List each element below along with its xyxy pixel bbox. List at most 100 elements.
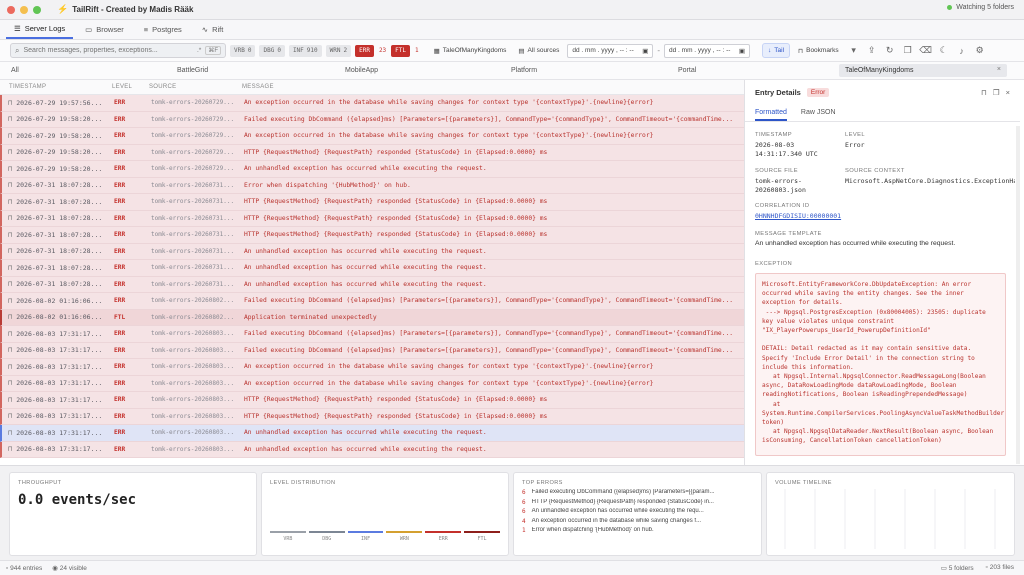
bookmark-icon[interactable]: ⊓ (8, 198, 12, 206)
date-to-input[interactable]: dd . mm . yyyy , -- : -- ▣ (664, 43, 751, 58)
search-input[interactable] (23, 47, 193, 54)
bookmark-icon[interactable]: ⊓ (8, 363, 12, 371)
top-error-item[interactable]: 1 Error when dispatching '{HubMethod}' on… (522, 527, 753, 534)
column-header-timestamp[interactable]: TIMESTAMP (0, 84, 112, 90)
bookmark-icon[interactable]: ⊓ (8, 115, 12, 123)
table-row[interactable]: ⊓ 2026-08-03 17:31:17... ERR tomk-errors-20… (0, 375, 744, 392)
top-error-item[interactable]: 6 An unhandled exception has occurred whi… (522, 508, 753, 515)
table-row[interactable]: ⊓ 2026-07-29 19:57:56... ERR tomk-errors-20… (0, 95, 744, 112)
table-row[interactable]: ⊓ 2026-07-29 19:58:20... ERR tomk-errors-20… (0, 161, 744, 178)
bookmark-icon[interactable]: ⊓ (8, 231, 12, 239)
level-cell: ERR (114, 363, 126, 371)
table-row[interactable]: ⊓ 2026-07-29 19:58:20... ERR tomk-errors-20… (0, 128, 744, 145)
table-row[interactable]: ⊓ 2026-07-31 18:07:28... ERR tomk-errors-20… (0, 177, 744, 194)
bookmark-icon[interactable]: ⊓ (8, 280, 12, 288)
column-header-message[interactable]: MESSAGE (240, 84, 744, 90)
tail-button[interactable]: ↓ Tail (762, 43, 791, 58)
close-icon[interactable]: × (1006, 88, 1010, 97)
save-icon[interactable]: ▾ (847, 44, 861, 58)
bookmark-icon[interactable]: ⊓ (8, 330, 12, 338)
level-filter-vrb[interactable]: VRB 0 (230, 44, 256, 57)
copy-icon[interactable]: ❐ (993, 88, 1000, 97)
table-row[interactable]: ⊓ 2026-07-31 18:07:28... ERR tomk-errors-20… (0, 194, 744, 211)
bookmark-icon[interactable]: ⊓ (8, 214, 12, 222)
maximize-window-button[interactable] (33, 5, 41, 14)
bookmark-icon[interactable]: ⊓ (8, 247, 12, 255)
bookmark-icon[interactable]: ⊓ (8, 181, 12, 189)
refresh-icon[interactable]: ↻ (883, 44, 897, 58)
bookmark-icon[interactable]: ⊓ (8, 313, 12, 321)
source-tab-battlegrid[interactable]: BattleGrid (177, 67, 208, 74)
source-tab-taleofmanykingdoms[interactable]: TaleOfManyKingdoms × (839, 64, 1007, 77)
level-filter-wrn[interactable]: WRN 2 (325, 44, 352, 57)
trash-icon[interactable]: ⌫ (919, 44, 933, 58)
tab-raw-json[interactable]: Raw JSON (801, 104, 836, 121)
source-tab-portal[interactable]: Portal (678, 67, 696, 74)
bookmark-icon[interactable]: ⊓ (8, 132, 12, 140)
table-row[interactable]: ⊓ 2026-07-31 18:07:28... ERR tomk-errors-20… (0, 260, 744, 277)
table-row[interactable]: ⊓ 2026-07-31 18:07:28... ERR tomk-errors-20… (0, 276, 744, 293)
bookmark-icon[interactable]: ⊓ (8, 396, 12, 404)
source-cell: tomk-errors-20260731... (151, 231, 235, 239)
level-filter-dbg[interactable]: DBG 0 (259, 44, 285, 57)
bookmark-icon[interactable]: ⊓ (8, 99, 12, 107)
bookmark-icon[interactable]: ⊓ (8, 165, 12, 173)
settings-gear-icon[interactable]: ⚙ (973, 44, 987, 58)
tab-formatted[interactable]: Formatted (755, 104, 787, 121)
table-row[interactable]: ⊓ 2026-08-03 17:31:17... ERR tomk-errors-20… (0, 408, 744, 425)
tab-rift[interactable]: ∿ Rift (194, 19, 232, 39)
level-filter-ftl[interactable]: FTL (391, 44, 411, 57)
table-row[interactable]: ⊓ 2026-07-31 18:07:28... ERR tomk-errors-20… (0, 210, 744, 227)
bookmark-icon[interactable]: ⊓ (8, 429, 12, 437)
bookmark-icon[interactable]: ⊓ (8, 445, 12, 453)
level-filter-inf[interactable]: INF 910 (288, 44, 322, 57)
level-label: FTL (395, 47, 407, 54)
tab-server-logs[interactable]: ☰ Server Logs (6, 19, 74, 39)
regex-toggle[interactable]: .* (197, 47, 201, 54)
minimize-window-button[interactable] (20, 5, 28, 14)
close-icon[interactable]: × (997, 66, 1001, 73)
table-row[interactable]: ⊓ 2026-08-02 01:16:06... ERR tomk-errors-20… (0, 293, 744, 310)
source-tab-mobileapp[interactable]: MobileApp (345, 67, 378, 74)
source-tab-all[interactable]: All (11, 67, 19, 74)
source-tab-platform[interactable]: Platform (511, 67, 537, 74)
table-row[interactable]: ⊓ 2026-08-03 17:31:17... ERR tomk-errors-20… (0, 342, 744, 359)
table-row[interactable]: ⊓ 2026-08-03 17:31:17... ERR tomk-errors-20… (0, 441, 744, 458)
tab-postgres[interactable]: ≡ Postgres (136, 19, 190, 39)
date-from-input[interactable]: dd . mm . yyyy , -- : -- ▣ (567, 43, 654, 58)
top-error-item[interactable]: 4 An exception occurred in the database w… (522, 518, 753, 525)
tab-browser[interactable]: ▭ Browser (77, 19, 132, 39)
level-filter-err[interactable]: ERR (355, 44, 374, 57)
table-row[interactable]: ⊓ 2026-07-31 18:07:28... ERR tomk-errors-20… (0, 227, 744, 244)
table-row[interactable]: ⊓ 2026-08-03 17:31:17... ERR tomk-errors-20… (0, 392, 744, 409)
bookmark-icon[interactable]: ⊓ (8, 148, 12, 156)
close-window-button[interactable] (7, 5, 15, 14)
all-sources-button[interactable]: ▤ All sources (514, 43, 563, 58)
bookmark-icon[interactable]: ⊓ (8, 297, 12, 305)
bookmark-icon[interactable]: ⊓ (8, 264, 12, 272)
table-row[interactable]: ⊓ 2026-08-03 17:31:17... ERR tomk-errors-20… (0, 359, 744, 376)
column-header-level[interactable]: LEVEL (112, 84, 149, 90)
table-row[interactable]: ⊓ 2026-08-03 17:31:17... ERR tomk-errors-20… (0, 425, 744, 442)
table-row[interactable]: ⊓ 2026-07-29 19:58:20... ERR tomk-errors-20… (0, 144, 744, 161)
table-row[interactable]: ⊓ 2026-07-31 18:07:28... ERR tomk-errors-20… (0, 243, 744, 260)
bookmark-icon[interactable]: ⊓ (8, 346, 12, 354)
bell-icon[interactable]: ♪ (955, 44, 969, 58)
source-filter-button[interactable]: ▦ TaleOfManyKingdoms (430, 43, 511, 58)
table-row[interactable]: ⊓ 2026-08-03 17:31:17... ERR tomk-errors-20… (0, 326, 744, 343)
bookmarks-button[interactable]: ⊓ Bookmarks (794, 43, 843, 58)
source-context-value: Microsoft.AspNetCore.Diagnostics.Excepti… (845, 177, 1015, 185)
copy-icon[interactable]: ❐ (901, 44, 915, 58)
bookmark-icon[interactable]: ⊓ (981, 88, 987, 97)
bookmark-icon[interactable]: ⊓ (8, 412, 12, 420)
top-error-item[interactable]: 6 HTTP {RequestMethod} {RequestPath} resp… (522, 499, 753, 506)
table-row[interactable]: ⊓ 2026-07-29 19:58:20... ERR tomk-errors-20… (0, 111, 744, 128)
detail-scrollbar[interactable] (1016, 126, 1020, 464)
theme-moon-icon[interactable]: ☾ (937, 44, 951, 58)
correlation-link[interactable]: 0HNNHDFGDISIU:00000001 (755, 212, 841, 221)
export-icon[interactable]: ⇪ (865, 44, 879, 58)
bookmark-icon[interactable]: ⊓ (8, 379, 12, 387)
top-error-item[interactable]: 6 Failed executing DbCommand ({elapsed}ms… (522, 489, 753, 496)
table-row[interactable]: ⊓ 2026-08-02 01:16:06... FTL tomk-errors-20… (0, 309, 744, 326)
column-header-source[interactable]: SOURCE (149, 84, 240, 90)
